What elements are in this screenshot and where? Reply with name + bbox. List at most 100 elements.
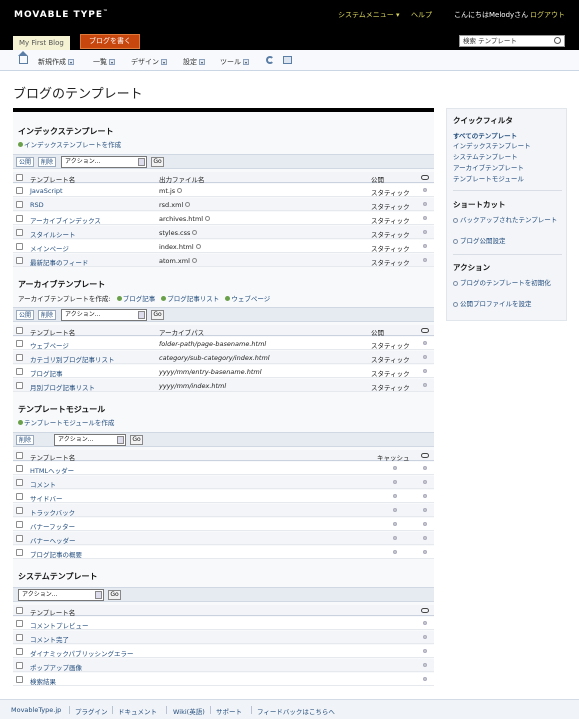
- template-name-link[interactable]: スタイルシート: [30, 229, 76, 239]
- template-name-link[interactable]: 検索結果: [30, 676, 56, 686]
- template-name-link[interactable]: ポップアップ画像: [30, 662, 82, 672]
- template-name-link[interactable]: ウェブページ: [30, 340, 69, 350]
- row-checkbox[interactable]: [16, 648, 23, 655]
- row-checkbox[interactable]: [16, 201, 23, 208]
- action-select[interactable]: アクション...: [54, 434, 126, 446]
- menu-settings[interactable]: 設定: [183, 57, 205, 67]
- refresh-icon[interactable]: [266, 56, 274, 64]
- publish-icon[interactable]: [192, 230, 198, 235]
- go-button[interactable]: Go: [130, 435, 143, 445]
- select-all-checkbox[interactable]: [16, 174, 23, 181]
- template-name-link[interactable]: ダイナミックパブリッシングエラー: [30, 648, 134, 658]
- row-checkbox[interactable]: [16, 634, 23, 641]
- dropdown-arrow-icon[interactable]: [161, 59, 167, 65]
- template-name-link[interactable]: RSD: [30, 201, 44, 209]
- template-name-link[interactable]: トラックバック: [30, 507, 75, 517]
- publish-icon[interactable]: [195, 244, 201, 249]
- column-header-name[interactable]: テンプレート名: [30, 174, 75, 184]
- publish-icon[interactable]: [177, 188, 183, 193]
- dropdown-arrow-icon[interactable]: [109, 59, 115, 65]
- create-page-archive-link[interactable]: ウェブページ: [225, 295, 270, 303]
- template-name-link[interactable]: コメントプレビュー: [30, 620, 89, 630]
- template-name-link[interactable]: HTMLヘッダー: [30, 465, 74, 475]
- blog-selector-tab[interactable]: My First Blog: [13, 36, 70, 50]
- template-name-link[interactable]: サイドバー: [30, 493, 63, 503]
- row-checkbox[interactable]: [16, 382, 23, 389]
- system-menu-link[interactable]: システムメニュー ▾: [338, 10, 400, 20]
- select-all-checkbox[interactable]: [16, 327, 23, 334]
- filter-template-modules[interactable]: テンプレートモジュール: [453, 175, 563, 183]
- footer-link-movabletype[interactable]: MovableType.jp: [11, 706, 61, 714]
- movable-type-logo[interactable]: MOVABLE TYPE™: [14, 9, 109, 20]
- row-checkbox[interactable]: [16, 507, 23, 514]
- footer-link-feedback[interactable]: フィードバックはこちらへ: [257, 706, 335, 716]
- publish-button[interactable]: 公開: [16, 310, 35, 320]
- delete-button[interactable]: 削除: [38, 310, 57, 320]
- row-checkbox[interactable]: [16, 340, 23, 347]
- column-header-cache[interactable]: キャッシュ: [377, 452, 410, 462]
- template-name-link[interactable]: JavaScript: [30, 187, 63, 195]
- row-checkbox[interactable]: [16, 521, 23, 528]
- template-name-link[interactable]: 月別ブログ記事リスト: [30, 382, 95, 392]
- column-header-name[interactable]: テンプレート名: [30, 327, 75, 337]
- row-checkbox[interactable]: [16, 229, 23, 236]
- action-select[interactable]: アクション...: [61, 156, 147, 168]
- template-name-link[interactable]: カテゴリ別ブログ記事リスト: [30, 354, 115, 364]
- menu-tools[interactable]: ツール: [220, 57, 249, 67]
- column-header-status[interactable]: 公開: [371, 174, 384, 184]
- publish-icon[interactable]: [205, 216, 211, 221]
- column-header-path[interactable]: アーカイブパス: [159, 327, 204, 337]
- row-checkbox[interactable]: [16, 535, 23, 542]
- menu-design[interactable]: デザイン: [131, 57, 167, 67]
- backup-templates-link[interactable]: バックアップされたテンプレート: [453, 216, 563, 224]
- row-checkbox[interactable]: [16, 354, 23, 361]
- go-button[interactable]: Go: [151, 310, 164, 320]
- column-header-file[interactable]: 出力ファイル名: [159, 174, 205, 184]
- row-checkbox[interactable]: [16, 257, 23, 264]
- filter-system-templates[interactable]: システムテンプレート: [453, 153, 563, 161]
- template-name-link[interactable]: アーカイブインデックス: [30, 215, 101, 225]
- column-header-status[interactable]: 公開: [371, 327, 384, 337]
- row-checkbox[interactable]: [16, 620, 23, 627]
- dropdown-arrow-icon[interactable]: [68, 59, 74, 65]
- row-checkbox[interactable]: [16, 676, 23, 683]
- template-name-link[interactable]: コメント完了: [30, 634, 69, 644]
- row-checkbox[interactable]: [16, 493, 23, 500]
- action-select[interactable]: アクション...: [18, 589, 104, 601]
- home-icon[interactable]: [18, 51, 28, 64]
- select-all-checkbox[interactable]: [16, 607, 23, 614]
- search-input[interactable]: 検索 テンプレート: [459, 35, 565, 47]
- template-name-link[interactable]: メインページ: [30, 243, 69, 253]
- row-checkbox[interactable]: [16, 479, 23, 486]
- column-header-name[interactable]: テンプレート名: [30, 607, 75, 617]
- filter-all-templates[interactable]: すべてのテンプレート: [453, 132, 563, 140]
- select-all-checkbox[interactable]: [16, 452, 23, 459]
- row-checkbox[interactable]: [16, 549, 23, 556]
- help-link[interactable]: ヘルプ: [411, 10, 432, 20]
- row-checkbox[interactable]: [16, 368, 23, 375]
- dropdown-arrow-icon[interactable]: [243, 59, 249, 65]
- row-checkbox[interactable]: [16, 662, 23, 669]
- row-checkbox[interactable]: [16, 243, 23, 250]
- publish-icon[interactable]: [185, 202, 191, 207]
- publish-icon[interactable]: [191, 258, 197, 263]
- template-name-link[interactable]: バナーフッター: [30, 521, 75, 531]
- publish-settings-link[interactable]: ブログ公開設定: [453, 237, 563, 245]
- menu-create[interactable]: 新規作成: [38, 57, 74, 67]
- create-index-template-link[interactable]: インデックステンプレートを作成: [18, 139, 121, 149]
- footer-link-plugins[interactable]: プラグイン: [75, 706, 108, 716]
- delete-button[interactable]: 削除: [16, 435, 35, 445]
- menu-list[interactable]: 一覧: [93, 57, 115, 67]
- footer-link-wiki[interactable]: Wiki(英語): [173, 706, 205, 716]
- create-entry-listing-link[interactable]: ブログ記事リスト: [161, 295, 219, 303]
- template-name-link[interactable]: ブログ記事: [30, 368, 63, 378]
- go-button[interactable]: Go: [151, 157, 164, 167]
- delete-button[interactable]: 削除: [38, 157, 57, 167]
- create-entry-archive-link[interactable]: ブログ記事: [116, 295, 155, 303]
- write-entry-button[interactable]: ブログを書く: [80, 34, 140, 49]
- footer-link-support[interactable]: サポート: [216, 706, 242, 716]
- create-template-module-link[interactable]: テンプレートモジュールを作成: [18, 417, 114, 427]
- filter-index-templates[interactable]: インデックステンプレート: [453, 142, 563, 150]
- logout-link[interactable]: ログアウト: [530, 10, 565, 20]
- row-checkbox[interactable]: [16, 187, 23, 194]
